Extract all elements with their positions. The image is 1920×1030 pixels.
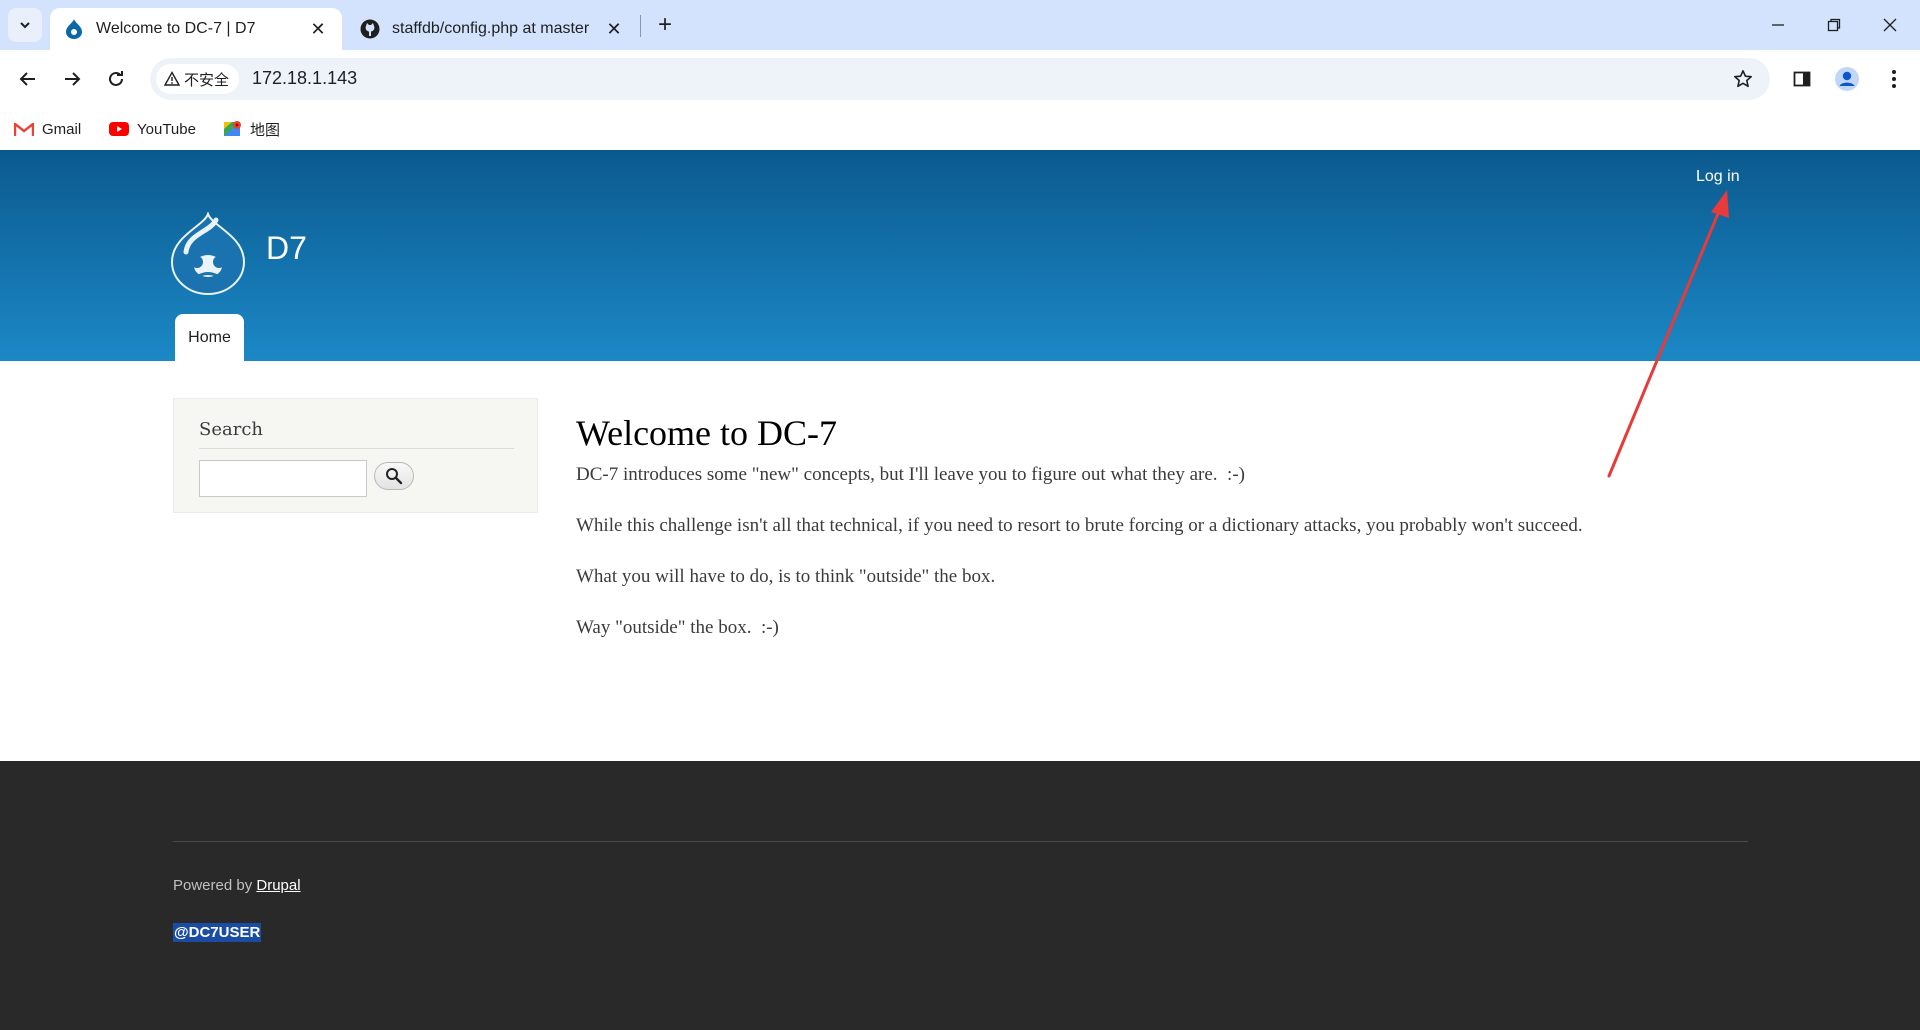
security-indicator[interactable]: 不安全	[156, 64, 240, 94]
side-panel-icon	[1793, 71, 1811, 87]
security-label: 不安全	[184, 71, 230, 89]
address-bar[interactable]: 不安全 172.18.1.143	[150, 58, 1770, 100]
powered-by: Powered by Drupal	[173, 877, 301, 894]
content-paragraph: Way "outside" the box. :-)	[576, 617, 779, 638]
star-icon	[1734, 70, 1752, 88]
tab-strip: Welcome to DC-7 | D7 ✕ staffdb/config.ph…	[0, 0, 1920, 50]
youtube-icon	[109, 122, 129, 136]
profile-button[interactable]	[1829, 61, 1865, 97]
browser-toolbar: 不安全 172.18.1.143	[0, 50, 1920, 108]
maps-icon	[224, 120, 242, 138]
main-content: Welcome to DC-7 DC-7 introduces some "ne…	[576, 412, 1776, 666]
page-title: Welcome to DC-7	[576, 413, 838, 453]
drupal-drop-icon	[170, 210, 246, 295]
bookmark-youtube[interactable]: YouTube	[109, 116, 196, 142]
tab-title: Welcome to DC-7 | D7	[96, 20, 256, 37]
bookmark-label: 地图	[250, 121, 281, 139]
site-header: Log in D7 Home	[0, 150, 1920, 361]
warning-icon	[164, 71, 180, 86]
minimize-button[interactable]	[1758, 8, 1798, 42]
github-icon	[360, 19, 380, 39]
close-icon[interactable]: ✕	[604, 19, 624, 39]
footer-divider	[173, 841, 1748, 842]
site-name[interactable]: D7	[266, 230, 307, 267]
bookmark-label: Gmail	[42, 120, 82, 138]
url-text[interactable]: 172.18.1.143	[252, 68, 357, 89]
arrow-right-icon	[65, 72, 81, 86]
bookmark-label: YouTube	[137, 120, 196, 138]
avatar-icon	[1835, 67, 1859, 91]
powered-prefix: Powered by	[173, 877, 253, 894]
back-button[interactable]	[10, 61, 46, 97]
search-input[interactable]	[199, 460, 367, 497]
restore-icon	[1827, 18, 1841, 32]
tab-github-config[interactable]: staffdb/config.php at master ✕	[346, 8, 638, 50]
site-footer: Powered by Drupal @DC7USER	[0, 761, 1920, 1030]
tab-title: staffdb/config.php at master	[392, 20, 590, 37]
new-tab-button[interactable]: +	[650, 10, 680, 40]
minimize-icon	[1772, 24, 1784, 26]
content-paragraph: DC-7 introduces some "new" concepts, but…	[576, 464, 1245, 485]
search-block-title: Search	[199, 419, 263, 440]
close-icon[interactable]: ✕	[308, 19, 328, 39]
gmail-icon	[14, 122, 34, 137]
divider	[199, 448, 514, 449]
nav-home-tab[interactable]: Home	[175, 314, 244, 361]
bookmarks-bar: Gmail YouTube 地图	[0, 108, 1920, 150]
side-panel-button[interactable]	[1784, 61, 1820, 97]
tab-search-button[interactable]	[8, 8, 42, 42]
close-window-button[interactable]	[1870, 8, 1910, 42]
restore-button[interactable]	[1814, 8, 1854, 42]
reload-button[interactable]	[98, 61, 134, 97]
login-link[interactable]: Log in	[1696, 168, 1740, 186]
bookmark-maps[interactable]: 地图	[224, 116, 280, 142]
search-button[interactable]	[374, 462, 414, 490]
menu-button[interactable]	[1876, 61, 1912, 97]
content-paragraph: While this challenge isn't all that tech…	[576, 515, 1583, 536]
arrow-left-icon	[19, 72, 35, 86]
tab-welcome-dc7[interactable]: Welcome to DC-7 | D7 ✕	[50, 8, 342, 50]
drupal-logo[interactable]	[170, 210, 246, 296]
tab-separator	[640, 15, 641, 37]
footer-credit: @DC7USER	[173, 923, 262, 942]
close-icon	[1883, 18, 1897, 32]
bookmark-star-button[interactable]	[1730, 66, 1756, 92]
drupal-icon	[64, 19, 84, 39]
search-block: Search	[173, 398, 538, 513]
drupal-link[interactable]: Drupal	[256, 877, 300, 894]
content-paragraph: What you will have to do, is to think "o…	[576, 566, 996, 587]
chevron-down-icon	[20, 22, 30, 29]
bookmark-gmail[interactable]: Gmail	[14, 116, 81, 142]
more-vert-icon	[1892, 70, 1896, 88]
forward-button[interactable]	[54, 61, 90, 97]
reload-icon	[109, 71, 123, 86]
search-icon	[386, 468, 403, 485]
